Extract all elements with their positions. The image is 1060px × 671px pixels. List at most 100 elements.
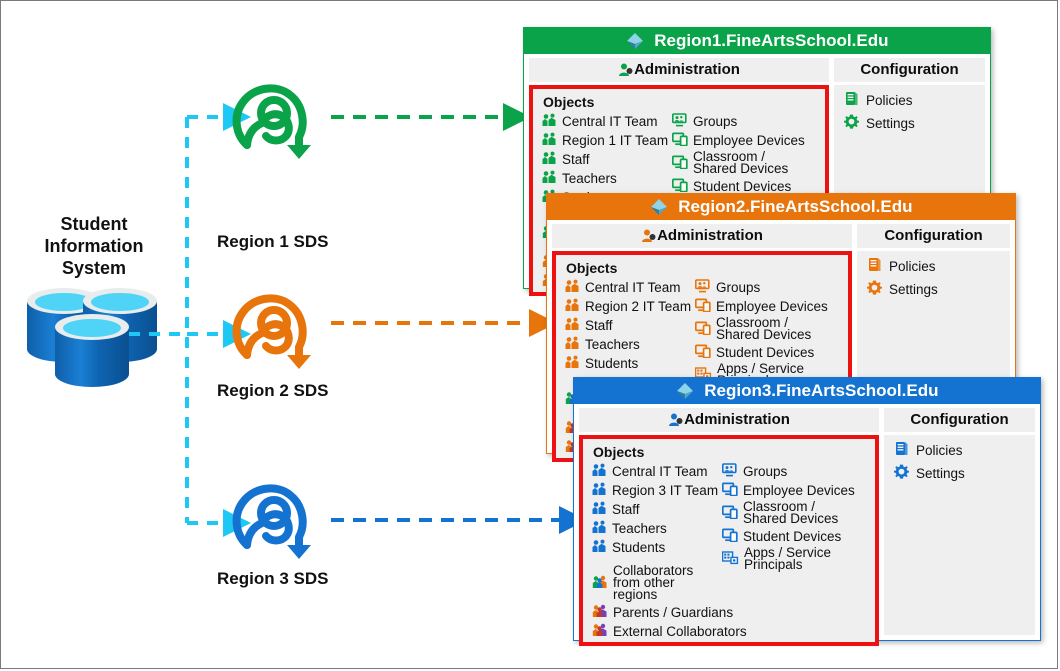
object-label: Employee Devices bbox=[743, 482, 855, 498]
object-item[interactable]: Groups bbox=[672, 113, 805, 129]
tab-configuration-region3[interactable]: Configuration bbox=[884, 408, 1035, 432]
object-item[interactable]: Staff bbox=[542, 151, 672, 167]
object-item[interactable]: Region 1 IT Team bbox=[542, 132, 672, 148]
source-system-title: Student Information System bbox=[19, 213, 169, 279]
config-label: Settings bbox=[889, 281, 938, 297]
object-item[interactable]: Staff bbox=[565, 317, 695, 333]
source-title-line-3: System bbox=[61, 258, 127, 278]
object-label: Classroom / Shared Devices bbox=[743, 499, 839, 526]
object-item[interactable]: Classroom / Shared Devices bbox=[671, 149, 805, 176]
people-group-icon bbox=[565, 279, 580, 295]
tenant-panel-region3[interactable]: Region3.FineArtsSchool.Edu Administratio… bbox=[573, 377, 1041, 646]
devices-icon bbox=[694, 344, 711, 360]
config-label: Policies bbox=[916, 442, 963, 458]
object-label: Students bbox=[585, 355, 639, 371]
object-item[interactable]: Central IT Team bbox=[592, 463, 722, 479]
objects-column-left-region3: Central IT Team Region 3 IT Team Staff T… bbox=[592, 463, 747, 642]
source-title-line-2: Information bbox=[44, 236, 144, 256]
gear-icon bbox=[867, 280, 882, 298]
gear-icon bbox=[894, 464, 909, 482]
tab-configuration-region1[interactable]: Configuration bbox=[834, 58, 985, 82]
tab-configuration-label-region2: Configuration bbox=[884, 227, 983, 244]
people-group-icon bbox=[542, 170, 557, 186]
tab-administration-region2[interactable]: Administration bbox=[552, 224, 852, 248]
object-item[interactable]: Students bbox=[592, 539, 722, 555]
object-item[interactable]: Classroom / Shared Devices bbox=[721, 499, 855, 526]
object-item[interactable]: Student Devices bbox=[721, 528, 855, 544]
people-group-icon bbox=[542, 113, 557, 129]
object-item[interactable]: Parents / Guardians bbox=[592, 604, 733, 620]
object-item[interactable]: Employee Devices bbox=[671, 132, 805, 148]
tenant-title-region1: Region1.FineArtsSchool.Edu bbox=[654, 31, 889, 50]
object-item[interactable]: External Collaborators bbox=[592, 623, 747, 639]
database-stack-icon bbox=[19, 279, 169, 389]
people-group-icon bbox=[592, 501, 607, 517]
devices-icon bbox=[694, 321, 711, 337]
policies-icon bbox=[867, 257, 882, 275]
object-label: Student Devices bbox=[716, 344, 815, 360]
object-item[interactable]: Central IT Team bbox=[565, 279, 695, 295]
people-group-icon bbox=[592, 539, 607, 555]
object-item[interactable]: Teachers bbox=[542, 170, 672, 186]
gear-icon bbox=[844, 114, 859, 132]
configuration-box-region3: Policies Settings bbox=[884, 435, 1035, 635]
apps-icon bbox=[721, 551, 739, 567]
object-item[interactable]: Employee Devices bbox=[694, 298, 828, 314]
object-label: Staff bbox=[612, 501, 640, 517]
devices-icon bbox=[721, 505, 738, 521]
sds-label-region-3: Region 3 SDS bbox=[217, 569, 329, 588]
object-item[interactable]: Collaborators from other regions bbox=[592, 563, 722, 602]
object-item[interactable]: Student Devices bbox=[694, 344, 828, 360]
object-label: Groups bbox=[716, 279, 761, 295]
people-group-icon bbox=[592, 482, 607, 498]
tab-configuration-region2[interactable]: Configuration bbox=[857, 224, 1010, 248]
config-item[interactable]: Policies bbox=[867, 257, 1010, 275]
object-item[interactable]: Student Devices bbox=[671, 178, 805, 194]
object-label: Teachers bbox=[562, 170, 617, 186]
object-label: Student Devices bbox=[693, 178, 792, 194]
sds-label-region-1: Region 1 SDS bbox=[217, 232, 329, 251]
sds-sync-person-icon-region-1 bbox=[229, 79, 325, 168]
config-item[interactable]: Policies bbox=[844, 91, 985, 109]
object-label: Staff bbox=[562, 151, 590, 167]
object-item[interactable]: Employee Devices bbox=[721, 482, 855, 498]
object-item[interactable]: Central IT Team bbox=[542, 113, 672, 129]
object-item[interactable]: Region 2 IT Team bbox=[565, 298, 695, 314]
people-group-icon bbox=[565, 298, 580, 314]
object-item[interactable]: Teachers bbox=[565, 336, 695, 352]
object-label: Classroom / Shared Devices bbox=[716, 315, 812, 342]
tab-administration-region3[interactable]: Administration bbox=[579, 408, 879, 432]
object-item[interactable]: Students bbox=[565, 355, 695, 371]
people-group-icon bbox=[565, 355, 580, 371]
config-label: Policies bbox=[889, 258, 936, 274]
people-group-icon bbox=[592, 463, 607, 479]
config-item[interactable]: Settings bbox=[894, 464, 1035, 482]
groups-icon bbox=[672, 113, 688, 129]
people-group-icon bbox=[592, 520, 607, 536]
admin-person-icon bbox=[641, 227, 656, 251]
object-label: Collaborators from other regions bbox=[613, 563, 694, 602]
object-label: Classroom / Shared Devices bbox=[693, 149, 789, 176]
tab-configuration-label-region1: Configuration bbox=[860, 61, 959, 78]
tenant-title-region3: Region3.FineArtsSchool.Edu bbox=[704, 381, 939, 400]
tenant-titlebar-region1: Region1.FineArtsSchool.Edu bbox=[524, 28, 990, 54]
object-label: Central IT Team bbox=[612, 463, 708, 479]
config-item[interactable]: Settings bbox=[844, 114, 985, 132]
admin-person-icon bbox=[618, 61, 633, 85]
object-item[interactable]: Classroom / Shared Devices bbox=[694, 315, 828, 342]
object-item[interactable]: Region 3 IT Team bbox=[592, 482, 722, 498]
object-item[interactable]: Teachers bbox=[592, 520, 722, 536]
config-item[interactable]: Policies bbox=[894, 441, 1035, 459]
object-label: Central IT Team bbox=[562, 113, 658, 129]
tab-administration-region1[interactable]: Administration bbox=[529, 58, 829, 82]
config-label: Policies bbox=[866, 92, 913, 108]
object-item[interactable]: Groups bbox=[722, 463, 855, 479]
object-label: Region 2 IT Team bbox=[585, 298, 692, 314]
groups-icon bbox=[722, 463, 738, 479]
config-item[interactable]: Settings bbox=[867, 280, 1010, 298]
object-label: Region 3 IT Team bbox=[612, 482, 719, 498]
object-item[interactable]: Apps / Service Principals bbox=[721, 546, 855, 571]
object-item[interactable]: Groups bbox=[695, 279, 828, 295]
object-item[interactable]: Staff bbox=[592, 501, 722, 517]
diagram-canvas: Student Information System Region 1 SDS … bbox=[0, 0, 1058, 669]
